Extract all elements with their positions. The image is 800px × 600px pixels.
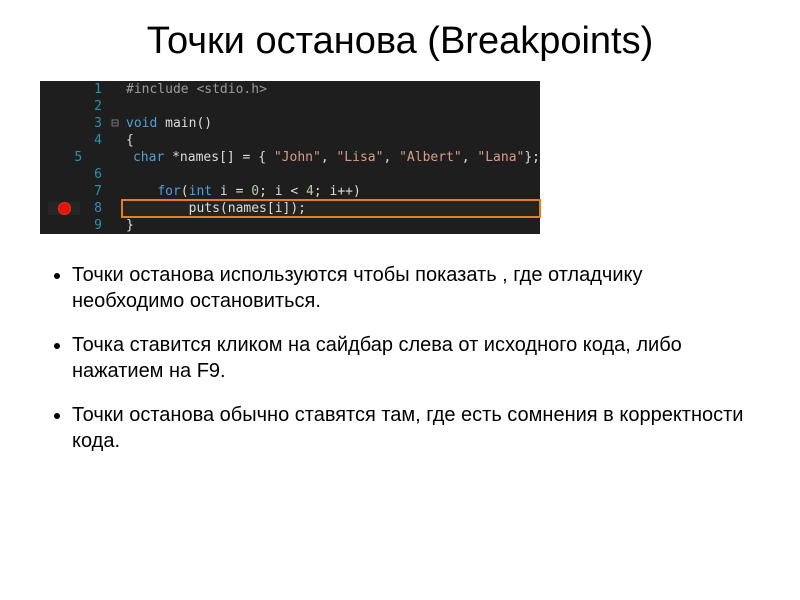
code-editor: 1#include <stdio.h>23⊟void main()4{5 cha… xyxy=(40,81,540,234)
line-number: 3 xyxy=(80,115,108,132)
line-number: 7 xyxy=(80,183,108,200)
code-text: char *names[] = { "John", "Lisa", "Alber… xyxy=(98,149,540,166)
code-text: puts(names[i]); xyxy=(122,200,540,217)
code-text: } xyxy=(122,217,540,234)
bullet-item: Точки останова обычно ставятся там, где … xyxy=(72,402,760,454)
code-text: #include <stdio.h> xyxy=(122,81,540,98)
code-line: 1 #include <stdio.h> xyxy=(40,81,540,98)
code-line: 5 char *names[] = { "John", "Lisa", "Alb… xyxy=(40,149,540,166)
fold-toggle[interactable]: ⊟ xyxy=(108,115,122,132)
breakpoint-gutter[interactable] xyxy=(48,202,80,215)
line-number: 8 xyxy=(80,200,108,217)
code-text: void main() xyxy=(122,115,540,132)
code-line: 2 xyxy=(40,98,540,115)
code-line: 3⊟void main() xyxy=(40,115,540,132)
line-number: 6 xyxy=(80,166,108,183)
code-line: 8 puts(names[i]); xyxy=(40,200,540,217)
line-number: 1 xyxy=(80,81,108,98)
code-line: 4{ xyxy=(40,132,540,149)
line-number: 2 xyxy=(80,98,108,115)
line-number: 5 xyxy=(67,149,88,166)
breakpoint-icon[interactable] xyxy=(58,202,71,215)
code-text: { xyxy=(122,132,540,149)
code-line: 6 xyxy=(40,166,540,183)
code-line: 7 for(int i = 0; i < 4; i++) xyxy=(40,183,540,200)
bullet-list: Точки останова используются чтобы показа… xyxy=(40,262,760,454)
line-number: 4 xyxy=(80,132,108,149)
line-number: 9 xyxy=(80,217,108,234)
code-line: 9} xyxy=(40,217,540,234)
bullet-item: Точка ставится кликом на сайдбар слева о… xyxy=(72,332,760,384)
code-text: for(int i = 0; i < 4; i++) xyxy=(122,183,540,200)
slide-title: Точки останова (Breakpoints) xyxy=(40,20,760,63)
bullet-item: Точки останова используются чтобы показа… xyxy=(72,262,760,314)
